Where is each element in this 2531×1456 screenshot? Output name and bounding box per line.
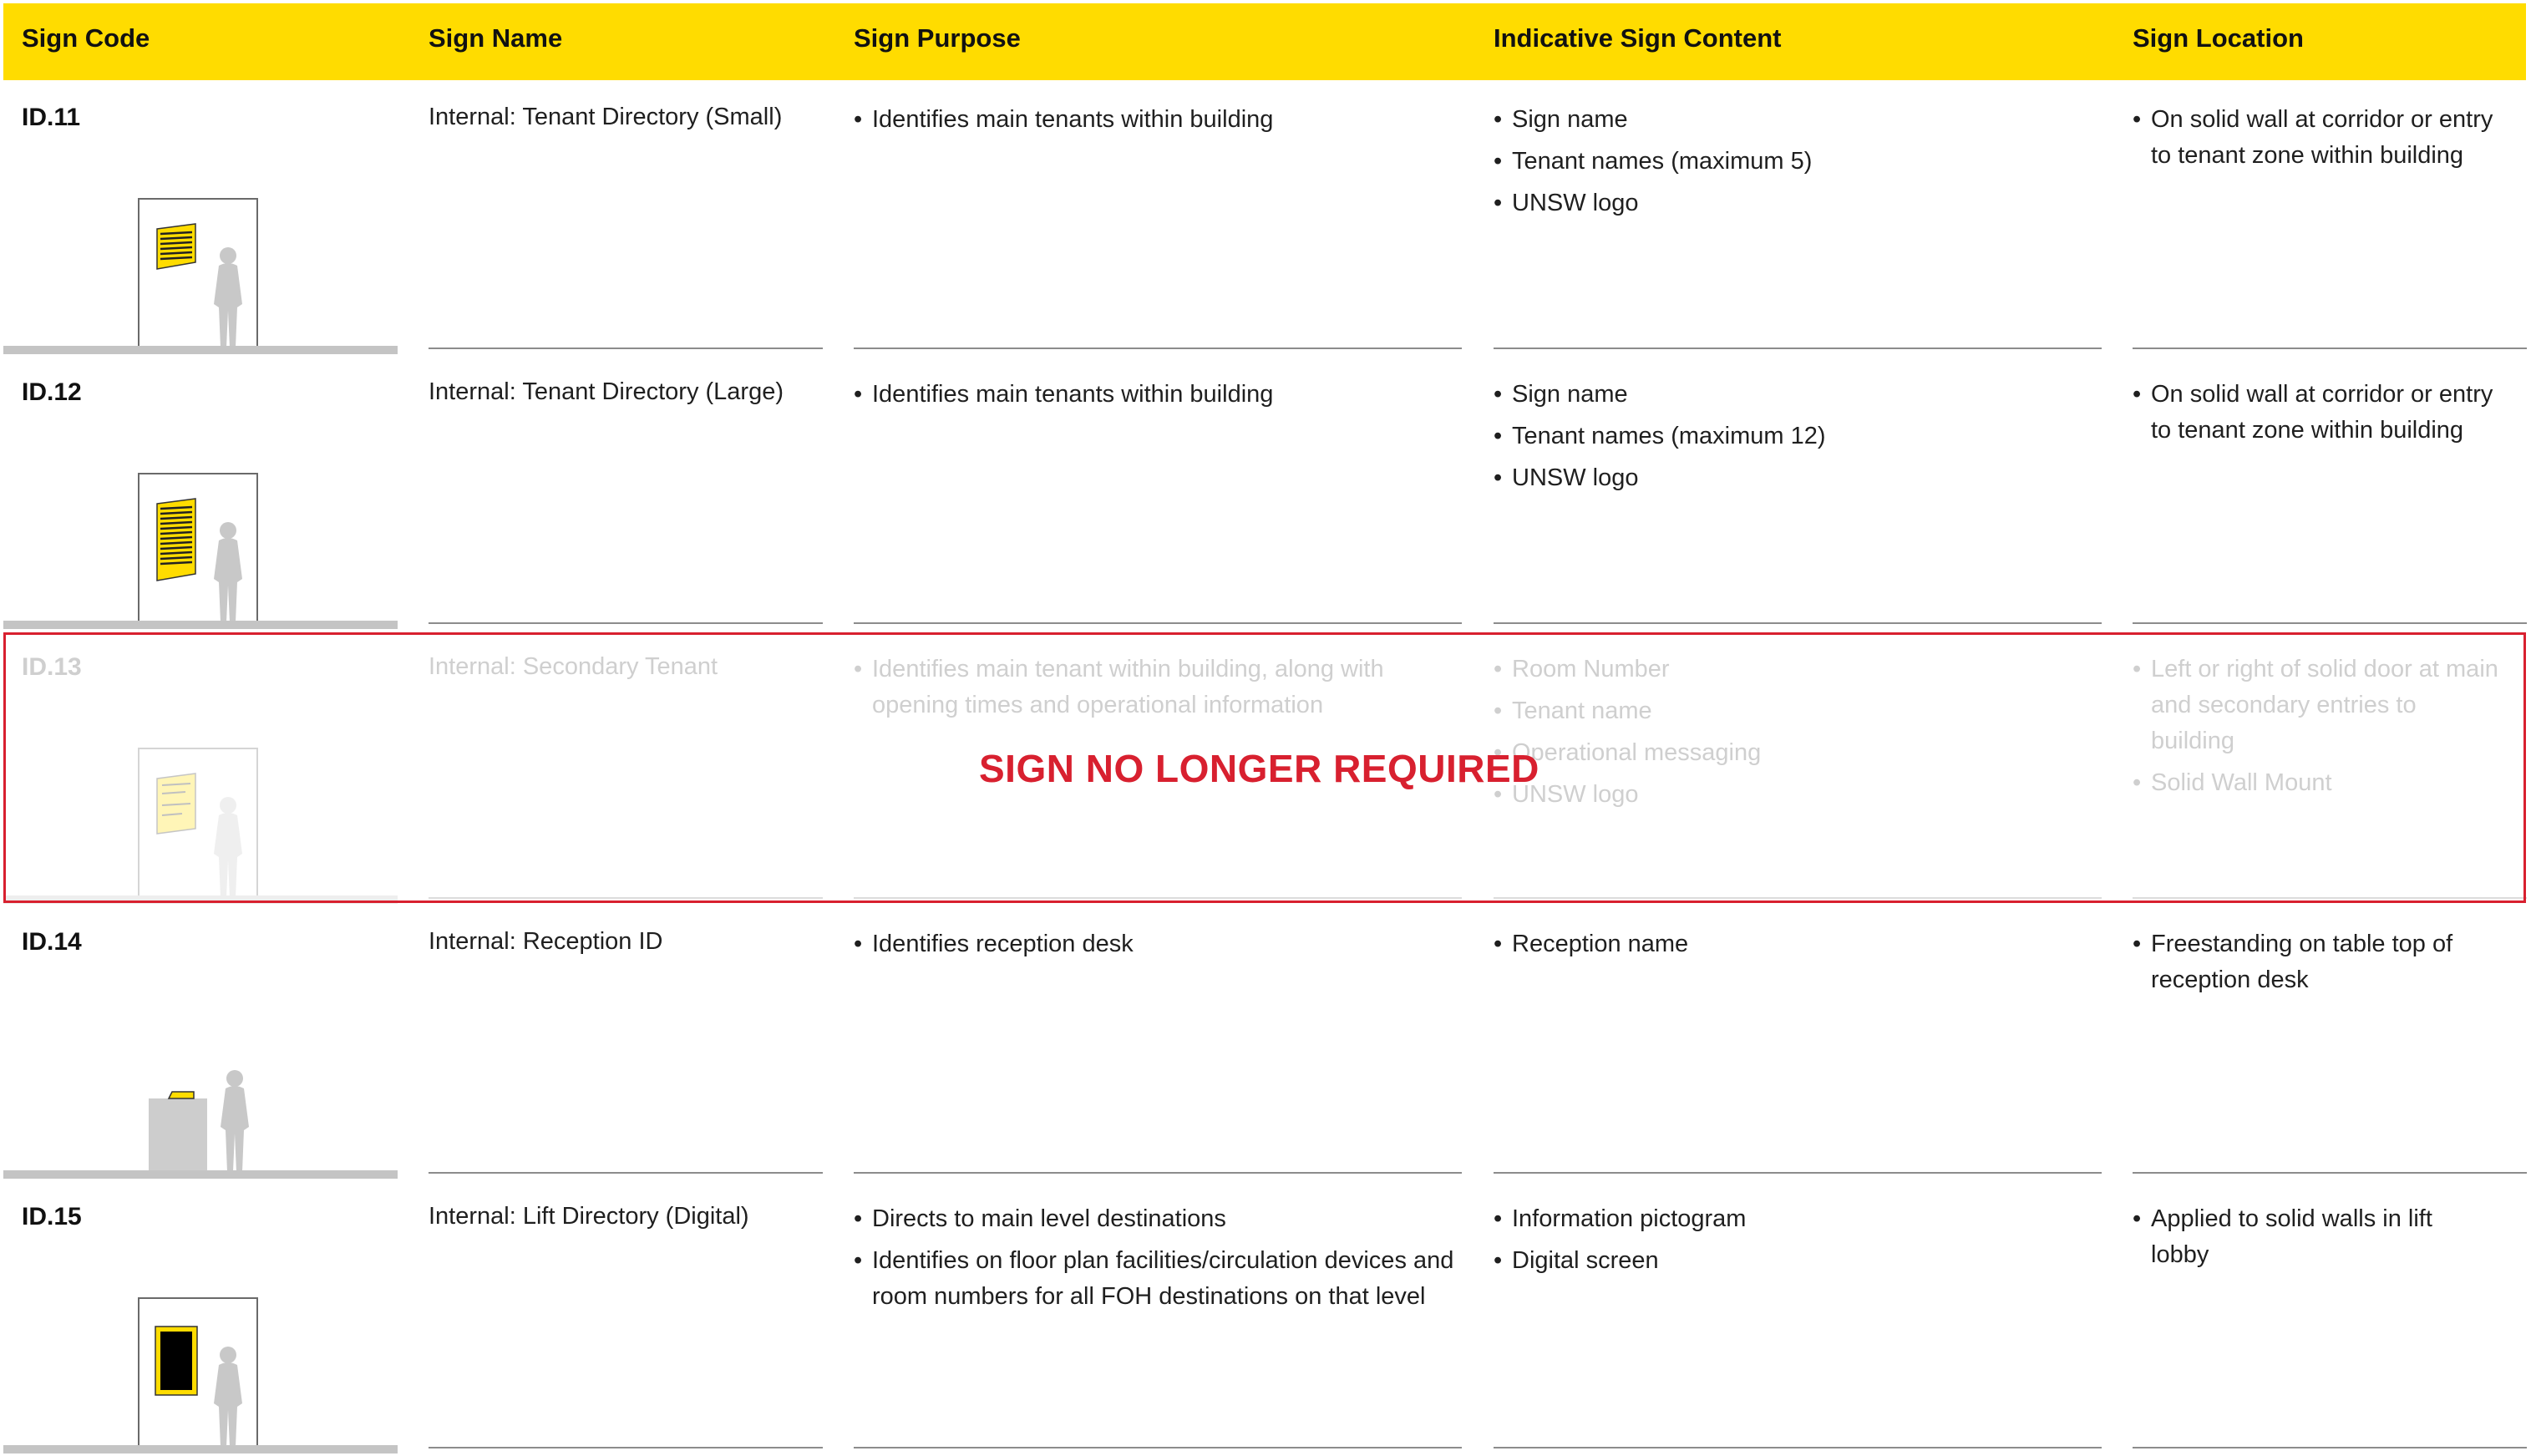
reception-desk-sign-icon [3, 1070, 398, 1179]
sign-removed-notice: SIGN NO LONGER REQUIRED [979, 747, 1539, 790]
header-sign-name: Sign Name [429, 23, 563, 53]
list-item: Operational messaging [1494, 735, 2112, 771]
header-sign-purpose: Sign Purpose [854, 23, 1021, 53]
sign-location-list: On solid wall at corridor or entry to te… [2133, 377, 2500, 454]
table-row: ID.14 Internal: Reception ID Identifies … [0, 905, 2531, 1179]
list-item: Identifies main tenant within building, … [854, 652, 1430, 723]
list-item: UNSW logo [1494, 777, 2112, 813]
list-item: Identifies on floor plan facilities/circ… [854, 1243, 1455, 1315]
sign-location-list: Left or right of solid door at main and … [2133, 652, 2500, 807]
list-item: On solid wall at corridor or entry to te… [2133, 377, 2500, 449]
divider [2133, 348, 2527, 349]
table-header: Sign Code Sign Name Sign Purpose Indicat… [3, 3, 2526, 80]
divider [854, 348, 1462, 349]
divider [429, 897, 823, 899]
divider [2133, 897, 2527, 899]
divider [1494, 1447, 2102, 1448]
sign-content-list: Sign name Tenant names (maximum 12) UNSW… [1494, 377, 2112, 502]
table-row: ID.15 Internal: Lift Directory (Digital)… [0, 1180, 2531, 1453]
divider [2133, 1172, 2527, 1174]
table-row: ID.12 Internal: Tenant Directory (Large)… [0, 355, 2531, 629]
divider [429, 1447, 823, 1448]
list-item: Applied to solid walls in lift lobby [2133, 1201, 2467, 1273]
sign-purpose-list: Identifies main tenants within building [854, 102, 1472, 144]
sign-content-list: Room Number Tenant name Operational mess… [1494, 652, 2112, 819]
list-item: Sign name [1494, 102, 2112, 138]
divider [2133, 1447, 2527, 1448]
divider [1494, 622, 2102, 624]
list-item: On solid wall at corridor or entry to te… [2133, 102, 2500, 174]
divider [429, 622, 823, 624]
list-item: Digital screen [1494, 1243, 2112, 1279]
list-item: Room Number [1494, 652, 2112, 687]
sign-location-list: On solid wall at corridor or entry to te… [2133, 102, 2500, 180]
divider [429, 1172, 823, 1174]
sign-name: Internal: Tenant Directory (Small) [429, 104, 783, 130]
divider [1494, 348, 2102, 349]
list-item: Freestanding on table top of reception d… [2133, 926, 2500, 998]
sign-name: Internal: Tenant Directory (Large) [429, 378, 784, 405]
sign-purpose-list: Identifies main tenant within building, … [854, 652, 1430, 729]
list-item: Information pictogram [1494, 1201, 2112, 1237]
divider [1494, 897, 2102, 899]
header-sign-location: Sign Location [2133, 23, 2304, 53]
sign-content-list: Sign name Tenant names (maximum 5) UNSW … [1494, 102, 2112, 227]
header-sign-code: Sign Code [22, 23, 150, 53]
digital-screen-sign-icon [3, 1297, 398, 1453]
divider [429, 348, 823, 349]
sign-location-list: Freestanding on table top of reception d… [2133, 926, 2500, 1004]
table-row: ID.11 Internal: Tenant Directory (Small)… [0, 80, 2531, 354]
header-indicative-content: Indicative Sign Content [1494, 23, 1782, 53]
sign-name: Internal: Lift Directory (Digital) [429, 1203, 749, 1230]
list-item: Solid Wall Mount [2133, 765, 2500, 801]
sign-name: Internal: Secondary Tenant [429, 653, 718, 680]
divider [854, 897, 1462, 899]
wall-sign-small-icon [3, 198, 398, 354]
list-item: UNSW logo [1494, 460, 2112, 496]
divider [2133, 622, 2527, 624]
list-item: Directs to main level destinations [854, 1201, 1455, 1237]
list-item: Reception name [1494, 926, 2112, 962]
wall-sign-secondary-icon [3, 748, 398, 904]
list-item: Tenant names (maximum 12) [1494, 419, 2112, 454]
wall-sign-large-icon [3, 473, 398, 629]
list-item: Sign name [1494, 377, 2112, 413]
sign-location-list: Applied to solid walls in lift lobby [2133, 1201, 2467, 1279]
sign-purpose-list: Directs to main level destinations Ident… [854, 1201, 1455, 1321]
list-item: Tenant names (maximum 5) [1494, 144, 2112, 180]
sign-purpose-list: Identifies reception desk [854, 926, 1472, 968]
list-item: UNSW logo [1494, 185, 2112, 221]
divider [854, 1447, 1462, 1448]
sign-content-list: Reception name [1494, 926, 2112, 968]
sign-purpose-list: Identifies main tenants within building [854, 377, 1472, 419]
divider [854, 622, 1462, 624]
sign-name: Internal: Reception ID [429, 928, 663, 955]
list-item: Identifies main tenants within building [854, 377, 1472, 413]
list-item: Identifies main tenants within building [854, 102, 1472, 138]
list-item: Left or right of solid door at main and … [2133, 652, 2500, 759]
sign-content-list: Information pictogram Digital screen [1494, 1201, 2112, 1285]
list-item: Tenant name [1494, 693, 2112, 729]
divider [1494, 1172, 2102, 1174]
list-item: Identifies reception desk [854, 926, 1472, 962]
divider [854, 1172, 1462, 1174]
